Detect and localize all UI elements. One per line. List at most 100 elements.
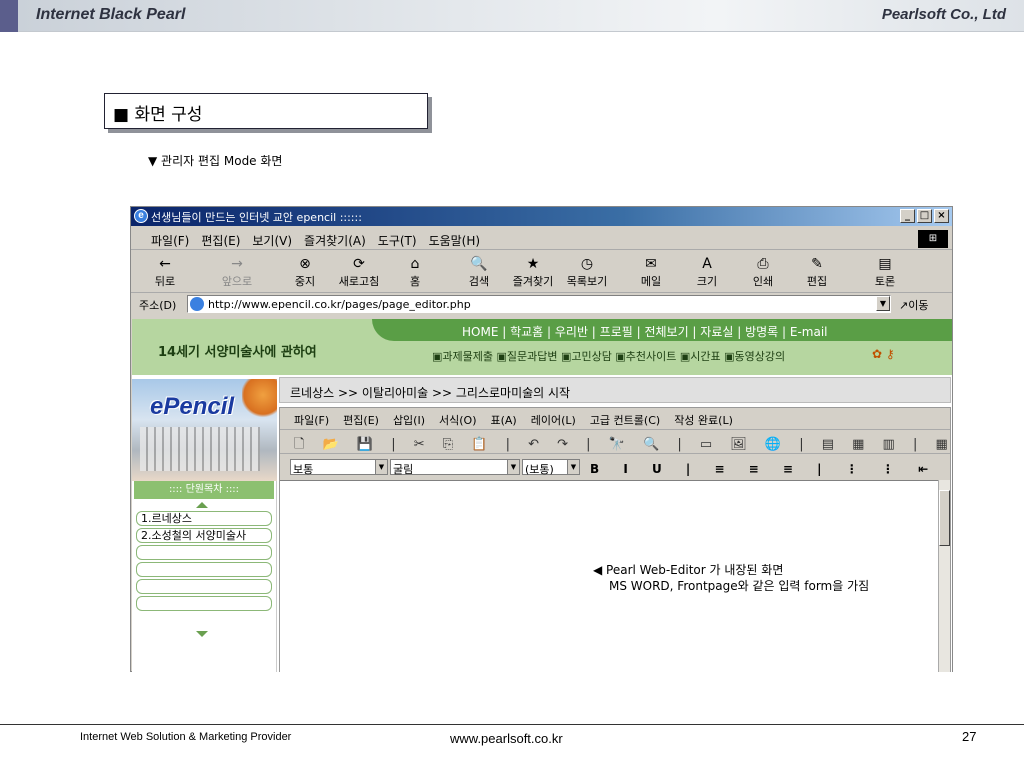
unit-item[interactable] xyxy=(136,545,272,560)
history-button[interactable]: ◷ 목록보기 xyxy=(559,255,615,289)
web-editor: 파일(F) 편집(E) 삽입(I) 서식(O) 표(A) 레이어(L) 고급 컨… xyxy=(279,407,952,672)
font-size-icon: A xyxy=(702,256,712,272)
editor-menubar: 파일(F) 편집(E) 삽입(I) 서식(O) 표(A) 레이어(L) 고급 컨… xyxy=(280,408,950,430)
refresh-button[interactable]: ⟳ 새로고침 xyxy=(331,255,387,289)
site-header: HOME | 학교홈 | 우리반 | 프로필 | 전체보기 | 자료실 | 방명… xyxy=(132,319,952,379)
mail-icon: ✉ xyxy=(645,256,657,272)
site-sidebar: ePencil :::: 단원목차 :::: 1.르네상스 2.소성철의 서양미… xyxy=(132,379,277,672)
unit-list-header: :::: 단원목차 :::: xyxy=(134,481,274,499)
footer-divider xyxy=(0,724,1024,725)
address-label: 주소(D) xyxy=(139,299,177,312)
company-name: Pearlsoft Co., Ltd xyxy=(881,6,1006,23)
breadcrumb: 르네상스 >> 이탈리아미술 >> 그리스로마미술의 시작 xyxy=(279,377,951,403)
close-button[interactable]: × xyxy=(934,209,949,223)
editor-menu-layer[interactable]: 레이어(L) xyxy=(531,412,576,429)
home-icon: ⌂ xyxy=(410,256,420,272)
web-page: HOME | 학교홈 | 우리반 | 프로필 | 전체보기 | 자료실 | 방명… xyxy=(132,319,952,672)
go-button[interactable]: ↗이동 xyxy=(899,297,928,313)
site-title: 14세기 서양미술사에 관하여 xyxy=(158,345,317,360)
scrollbar-thumb[interactable] xyxy=(939,490,950,546)
editor-toolbar[interactable]: 🗋 📂 💾 | ✂ ⎘ 📋 | ↶ ↷ | 🔭 🔍 | ▭ 🖼 🌐 | ▤ ▦ … xyxy=(280,432,952,454)
maximize-button[interactable]: □ xyxy=(917,209,932,223)
discuss-button[interactable]: ▤ 토론 xyxy=(857,255,913,289)
menu-favorites[interactable]: 즐겨찾기(A) xyxy=(304,232,366,249)
editor-format-bar: 보통▼ 굴림▼ (보통)▼ B I U | ≡ ≡ ≡ | ⋮ ⋮ ⇤ ⇥ | … xyxy=(280,456,952,478)
callout-line-2: MS WORD, Frontpage와 같은 입력 form을 가짐 xyxy=(609,579,870,593)
menu-edit[interactable]: 편집(E) xyxy=(201,232,240,249)
favorites-button[interactable]: ★ 즐겨찾기 xyxy=(505,255,561,289)
page-icon xyxy=(190,297,204,311)
site-subnav[interactable]: ▣과제물제출 ▣질문과답변 ▣고민상담 ▣추천사이트 ▣시간표 ▣동영상강의 xyxy=(432,348,785,364)
menu-file[interactable]: 파일(F) xyxy=(151,232,189,249)
size-button[interactable]: A 크기 xyxy=(679,255,735,289)
home-button[interactable]: ⌂ 홈 xyxy=(387,255,443,289)
editor-menu-edit[interactable]: 편집(E) xyxy=(343,412,379,429)
editor-menu-advanced[interactable]: 고급 컨트롤(C) xyxy=(590,412,660,429)
font-select[interactable]: 굴림 ▼ xyxy=(390,459,520,476)
callout-line-1: ◀ Pearl Web-Editor 가 내장된 화면 xyxy=(593,563,784,577)
menu-tools[interactable]: 도구(T) xyxy=(378,232,417,249)
section-title: ■ 화면 구성 xyxy=(104,93,428,129)
footer-tagline: Internet Web Solution & Marketing Provid… xyxy=(80,731,292,743)
print-icon: ⎙ xyxy=(757,256,769,272)
building-image xyxy=(140,427,260,471)
forward-icon: → xyxy=(231,256,243,272)
header-accent-bar xyxy=(0,0,18,32)
unit-item[interactable] xyxy=(136,562,272,577)
minimize-button[interactable]: _ xyxy=(900,209,915,223)
slide-header: Internet Black Pearl Pearlsoft Co., Ltd xyxy=(0,0,1024,32)
style-select[interactable]: 보통 ▼ xyxy=(290,459,388,476)
address-dropdown-button[interactable]: ▼ xyxy=(876,296,890,311)
discuss-icon: ▤ xyxy=(878,256,892,272)
forward-button[interactable]: → 앞으로 xyxy=(209,255,265,289)
address-bar: 주소(D) http://www.epencil.co.kr/pages/pag… xyxy=(131,293,952,315)
back-button[interactable]: ← 뒤로 xyxy=(137,255,193,289)
chevron-down-icon: ▼ xyxy=(567,460,579,474)
page-number: 27 xyxy=(962,729,977,744)
chevron-down-icon: ▼ xyxy=(507,460,519,474)
site-logo-image: ePencil xyxy=(132,379,277,481)
section-subtitle: ▼ 관리자 편집 Mode 화면 xyxy=(148,154,283,168)
windows-flag-icon: ⊞ xyxy=(918,230,948,248)
search-button[interactable]: 🔍 검색 xyxy=(451,255,507,289)
editor-menu-insert[interactable]: 삽입(I) xyxy=(393,412,425,429)
unit-item[interactable]: 2.소성철의 서양미술사 xyxy=(136,528,272,543)
favorites-icon: ★ xyxy=(526,256,540,272)
chevron-down-icon: ▼ xyxy=(375,460,387,474)
site-logo: ePencil xyxy=(150,393,235,420)
autumn-leaf-image xyxy=(242,379,277,419)
refresh-icon: ⟳ xyxy=(353,256,365,272)
unit-item[interactable] xyxy=(136,579,272,594)
site-nav[interactable]: HOME | 학교홈 | 우리반 | 프로필 | 전체보기 | 자료실 | 방명… xyxy=(462,323,828,340)
history-icon: ◷ xyxy=(580,256,594,272)
menu-view[interactable]: 보기(V) xyxy=(252,232,292,249)
editor-menu-format[interactable]: 서식(O) xyxy=(439,412,476,429)
scroll-up-icon[interactable] xyxy=(196,502,208,508)
browser-menubar: 파일(F) 편집(E) 보기(V) 즐겨찾기(A) 도구(T) 도움말(H) ⊞ xyxy=(131,228,952,250)
editor-menu-file[interactable]: 파일(F) xyxy=(294,412,329,429)
editor-menu-table[interactable]: 표(A) xyxy=(491,412,517,429)
admin-key-icon[interactable]: ✿ ⚷ xyxy=(872,347,895,361)
header-title: Internet Black Pearl xyxy=(36,6,186,23)
edit-button[interactable]: ✎ 편집 xyxy=(789,255,845,289)
address-url: http://www.epencil.co.kr/pages/page_edit… xyxy=(208,298,471,311)
unit-item[interactable] xyxy=(136,596,272,611)
back-icon: ← xyxy=(159,256,171,272)
mail-button[interactable]: ✉ 메일 xyxy=(623,255,679,289)
unit-item[interactable]: 1.르네상스 xyxy=(136,511,272,526)
browser-titlebar: e 선생님들이 만드는 인터넷 교안 epencil :::::: _ □ × xyxy=(131,207,952,226)
browser-title: 선생님들이 만드는 인터넷 교안 epencil :::::: xyxy=(151,211,362,224)
ie-logo-icon: e xyxy=(134,209,148,223)
go-arrow-icon: ↗ xyxy=(899,299,909,312)
menu-help[interactable]: 도움말(H) xyxy=(429,232,481,249)
format-buttons[interactable]: B I U | ≡ ≡ ≡ | ⋮ ⋮ ⇤ ⇥ | ✎ 가 xyxy=(590,460,952,477)
editor-scrollbar[interactable] xyxy=(938,480,950,672)
editor-menu-done[interactable]: 작성 완료(L) xyxy=(674,412,733,429)
scroll-down-icon[interactable] xyxy=(196,631,208,637)
browser-window: e 선생님들이 만드는 인터넷 교안 epencil :::::: _ □ × … xyxy=(130,206,953,672)
size-select[interactable]: (보통) ▼ xyxy=(522,459,580,476)
address-input[interactable]: http://www.epencil.co.kr/pages/page_edit… xyxy=(187,295,891,313)
browser-toolbar: ← 뒤로 → 앞으로 ⊗ 중지 ⟳ 새로고침 ⌂ 홈 🔍 검색 ★ 즐겨찾기 ◷ 목록보기 ✉ 메… xyxy=(131,253,952,293)
stop-button[interactable]: ⊗ 중지 xyxy=(277,255,333,289)
print-button[interactable]: ⎙ 인쇄 xyxy=(735,255,791,289)
